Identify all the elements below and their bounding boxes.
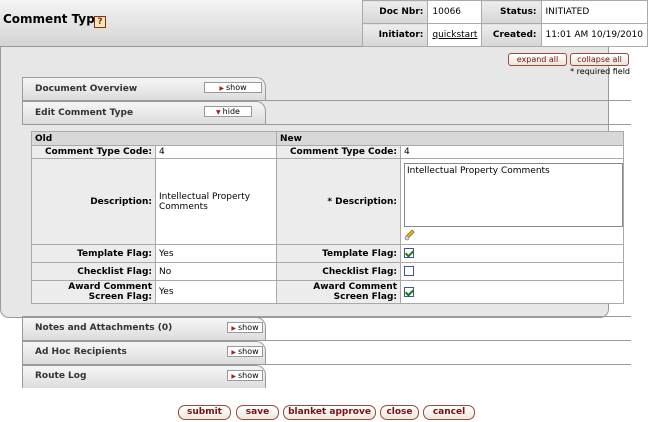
tab-document-overview: Document Overview ▶ show <box>22 77 266 100</box>
divider <box>22 124 631 125</box>
award-label-line1: Award Comment <box>313 282 397 292</box>
checklist-flag-checkbox[interactable] <box>404 266 414 277</box>
initiator-link[interactable]: quickstart <box>427 23 483 47</box>
document-overview-show-button[interactable]: ▶ show <box>204 82 262 93</box>
old-checklist-label: Checklist Flag: <box>31 262 156 281</box>
created-value: 11:01 AM 10/19/2010 <box>540 23 648 47</box>
collapse-arrow-icon: ▼ <box>216 109 221 116</box>
doc-nbr-value: 10066 <box>427 0 483 24</box>
template-flag-checkbox[interactable] <box>404 248 414 259</box>
new-code-label: Comment Type Code: <box>276 145 401 159</box>
old-description-label: Description: <box>31 158 156 245</box>
tab-route-log: Route Log ▶ show <box>22 365 266 388</box>
award-label-line1: Award Comment <box>68 282 152 292</box>
expand-arrow-icon: ▶ <box>219 85 224 92</box>
cancel-button[interactable]: cancel <box>423 405 475 420</box>
show-label: show <box>237 371 259 380</box>
template-cell <box>399 244 625 263</box>
show-label: show <box>225 83 247 92</box>
doc-nbr-label: Doc Nbr: <box>361 0 429 24</box>
new-description-label: * Description: <box>276 158 401 245</box>
award-label-line2: Screen Flag: <box>88 292 152 302</box>
ad-hoc-show-button[interactable]: ▶ show <box>227 346 263 357</box>
expand-arrow-icon: ▶ <box>231 325 236 332</box>
close-button[interactable]: close <box>380 405 419 420</box>
tab-notes-and-attachments: Notes and Attachments (0) ▶ show <box>22 317 266 340</box>
old-award-label: Award Comment Screen Flag: <box>31 280 156 304</box>
blanket-approve-button[interactable]: blanket approve <box>283 405 376 420</box>
new-code-value: 4 <box>399 145 625 159</box>
required-field-note: * required field <box>570 67 630 76</box>
expand-arrow-icon: ▶ <box>231 373 236 380</box>
tab-document-overview-label: Document Overview <box>35 84 138 94</box>
notes-show-button[interactable]: ▶ show <box>227 322 263 333</box>
tab-ad-hoc-label: Ad Hoc Recipients <box>35 347 127 357</box>
award-label-line2: Screen Flag: <box>333 292 397 302</box>
route-log-show-button[interactable]: ▶ show <box>227 370 263 381</box>
new-description-cell: Intellectual Property Comments <box>399 158 625 245</box>
submit-button[interactable]: submit <box>178 405 231 420</box>
page-title: Comment Type <box>3 12 103 26</box>
new-award-label: Award Comment Screen Flag: <box>276 280 401 304</box>
tab-edit-comment-type-label: Edit Comment Type <box>35 108 134 118</box>
old-description-value: Intellectual Property Comments <box>155 158 277 245</box>
new-template-label: Template Flag: <box>276 244 401 263</box>
old-code-value: 4 <box>155 145 277 159</box>
hide-label: hide <box>222 107 240 116</box>
old-code-label: Comment Type Code: <box>31 145 156 159</box>
save-button[interactable]: save <box>236 405 279 420</box>
status-value: INITIATED <box>540 0 648 24</box>
new-column-header: New <box>275 131 625 146</box>
expand-all-button[interactable]: expand all <box>508 53 567 66</box>
award-cell <box>399 280 625 304</box>
show-label: show <box>237 323 259 332</box>
status-label: Status: <box>481 0 542 24</box>
collapse-all-button[interactable]: collapse all <box>570 53 629 66</box>
tab-notes-label: Notes and Attachments (0) <box>35 323 173 333</box>
old-column-header: Old <box>31 131 277 146</box>
new-checklist-label: Checklist Flag: <box>276 262 401 281</box>
tab-edit-comment-type: Edit Comment Type ▼ hide <box>22 101 266 124</box>
edit-comment-type-table: Old New Comment Type Code: 4 Comment Typ… <box>31 131 625 304</box>
tab-ad-hoc-recipients: Ad Hoc Recipients ▶ show <box>22 341 266 364</box>
initiator-label: Initiator: <box>361 23 429 47</box>
expand-textarea-icon[interactable] <box>404 229 416 241</box>
created-label: Created: <box>481 23 542 47</box>
document-info-table: Doc Nbr: 10066 Status: INITIATED Initiat… <box>361 0 648 47</box>
expand-arrow-icon: ▶ <box>231 349 236 356</box>
show-label: show <box>237 347 259 356</box>
edit-comment-type-hide-button[interactable]: ▼ hide <box>204 106 252 117</box>
checklist-cell <box>399 262 625 281</box>
old-checklist-value: No <box>155 262 277 281</box>
old-template-label: Template Flag: <box>31 244 156 263</box>
description-textarea[interactable]: Intellectual Property Comments <box>404 163 623 227</box>
award-comment-screen-flag-checkbox[interactable] <box>404 286 414 297</box>
tab-route-log-label: Route Log <box>35 371 87 381</box>
help-icon[interactable]: ? <box>94 16 106 28</box>
old-template-value: Yes <box>155 244 277 263</box>
old-award-value: Yes <box>155 280 277 304</box>
